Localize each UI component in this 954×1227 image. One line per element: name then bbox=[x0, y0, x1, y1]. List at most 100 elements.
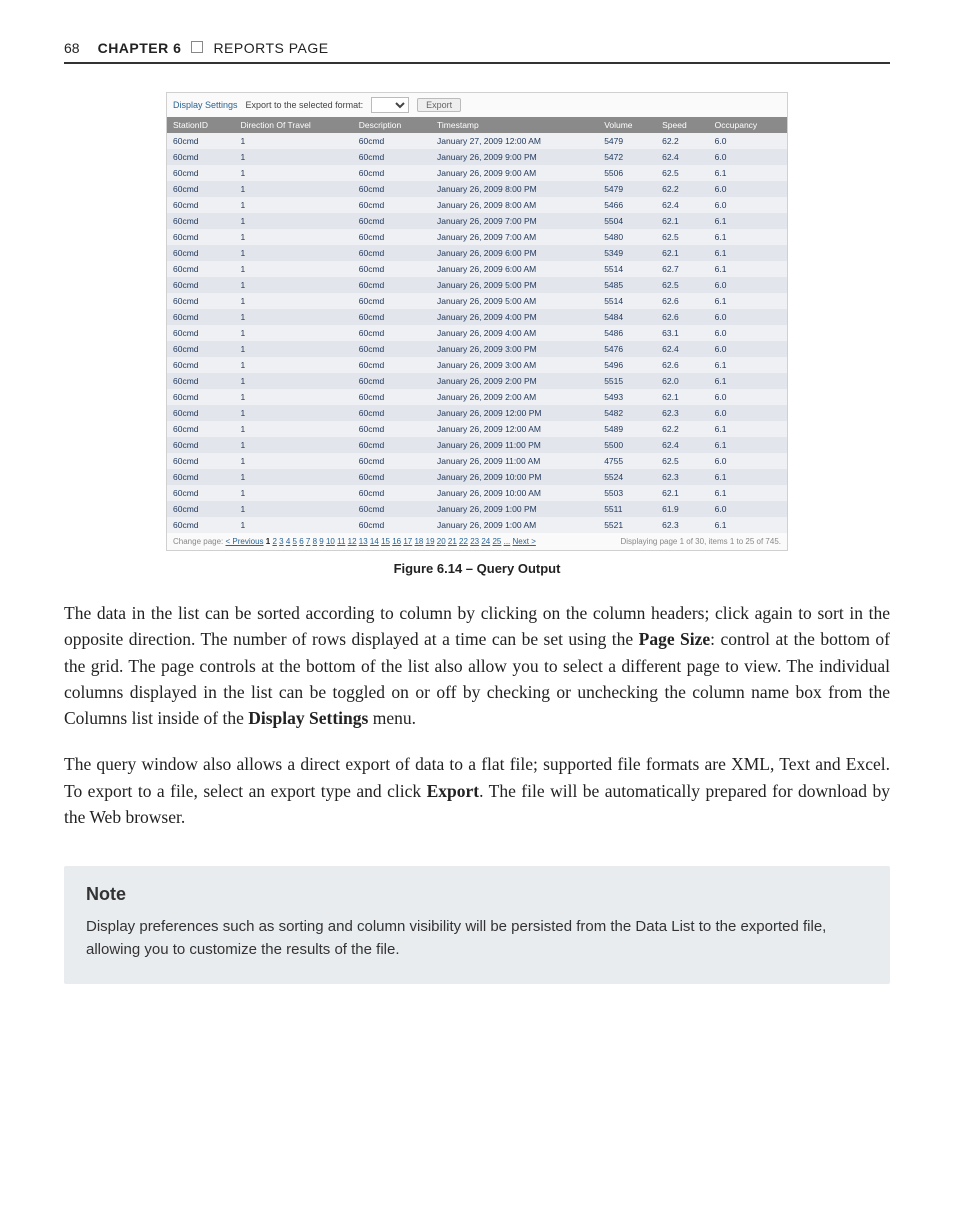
table-cell: 60cmd bbox=[167, 149, 234, 165]
pager-page-link[interactable]: 22 bbox=[459, 537, 468, 546]
table-cell: 5511 bbox=[598, 501, 656, 517]
pager-page-link[interactable]: 5 bbox=[293, 537, 297, 546]
query-output-figure: Display Settings Export to the selected … bbox=[166, 92, 788, 551]
figure-toolbar: Display Settings Export to the selected … bbox=[167, 93, 787, 117]
table-cell: 5503 bbox=[598, 485, 656, 501]
table-row: 60cmd160cmdJanuary 26, 2009 5:00 PM54856… bbox=[167, 277, 787, 293]
table-cell: 5484 bbox=[598, 309, 656, 325]
pager-page-link[interactable]: 3 bbox=[279, 537, 283, 546]
table-cell: 5489 bbox=[598, 421, 656, 437]
table-cell: 6.1 bbox=[709, 373, 787, 389]
pager-page-link[interactable]: 21 bbox=[448, 537, 457, 546]
table-cell: 60cmd bbox=[167, 197, 234, 213]
note-body: Display preferences such as sorting and … bbox=[86, 915, 868, 962]
table-cell: 62.2 bbox=[656, 181, 709, 197]
pager-page-link[interactable]: 17 bbox=[403, 537, 412, 546]
table-cell: 1 bbox=[234, 277, 352, 293]
paragraph-2-bold: Export bbox=[427, 781, 480, 801]
table-cell: 60cmd bbox=[167, 133, 234, 149]
table-cell: 1 bbox=[234, 421, 352, 437]
table-cell: 62.5 bbox=[656, 277, 709, 293]
paragraph-2: The query window also allows a direct ex… bbox=[64, 751, 890, 830]
pager-page-link[interactable]: 11 bbox=[337, 537, 345, 546]
display-settings-link[interactable]: Display Settings bbox=[173, 100, 238, 110]
grid-column-header[interactable]: Speed bbox=[656, 117, 709, 133]
table-cell: 60cmd bbox=[353, 213, 431, 229]
table-cell: 60cmd bbox=[353, 517, 431, 533]
pager-page-link[interactable]: 4 bbox=[286, 537, 290, 546]
table-cell: 60cmd bbox=[167, 181, 234, 197]
pager-page-link[interactable]: 24 bbox=[481, 537, 490, 546]
pager-page-link[interactable]: 6 bbox=[299, 537, 303, 546]
table-cell: 60cmd bbox=[167, 357, 234, 373]
table-row: 60cmd160cmdJanuary 26, 2009 6:00 PM53496… bbox=[167, 245, 787, 261]
table-cell: January 26, 2009 7:00 PM bbox=[431, 213, 598, 229]
pager-page-link[interactable]: 16 bbox=[392, 537, 401, 546]
table-cell: 6.1 bbox=[709, 213, 787, 229]
pager-page-link[interactable]: 8 bbox=[313, 537, 317, 546]
pager-page-link[interactable]: 14 bbox=[370, 537, 379, 546]
pager-page-link[interactable]: 9 bbox=[319, 537, 323, 546]
table-cell: January 26, 2009 2:00 AM bbox=[431, 389, 598, 405]
table-cell: 60cmd bbox=[353, 197, 431, 213]
pager-page-link[interactable]: 12 bbox=[348, 537, 357, 546]
table-cell: 60cmd bbox=[167, 501, 234, 517]
table-cell: 5496 bbox=[598, 357, 656, 373]
grid-column-header[interactable]: Volume bbox=[598, 117, 656, 133]
table-cell: January 26, 2009 6:00 PM bbox=[431, 245, 598, 261]
pager-prev[interactable]: < Previous bbox=[226, 537, 264, 546]
table-row: 60cmd160cmdJanuary 26, 2009 9:00 PM54726… bbox=[167, 149, 787, 165]
table-cell: 60cmd bbox=[353, 485, 431, 501]
table-row: 60cmd160cmdJanuary 26, 2009 10:00 PM5524… bbox=[167, 469, 787, 485]
table-cell: 6.1 bbox=[709, 469, 787, 485]
pager-page-link[interactable]: 1 bbox=[266, 537, 270, 546]
table-cell: 60cmd bbox=[167, 437, 234, 453]
table-row: 60cmd160cmdJanuary 26, 2009 3:00 PM54766… bbox=[167, 341, 787, 357]
table-cell: 6.0 bbox=[709, 325, 787, 341]
table-cell: 5506 bbox=[598, 165, 656, 181]
table-cell: 60cmd bbox=[353, 293, 431, 309]
grid-column-header[interactable]: Timestamp bbox=[431, 117, 598, 133]
pager-page-link[interactable]: 23 bbox=[470, 537, 479, 546]
pager-page-link[interactable]: 25 bbox=[492, 537, 501, 546]
export-button[interactable]: Export bbox=[417, 98, 461, 112]
grid-column-header[interactable]: StationID bbox=[167, 117, 234, 133]
pager-page-link[interactable]: 15 bbox=[381, 537, 390, 546]
table-cell: 62.6 bbox=[656, 357, 709, 373]
table-cell: 60cmd bbox=[167, 517, 234, 533]
table-row: 60cmd160cmdJanuary 27, 2009 12:00 AM5479… bbox=[167, 133, 787, 149]
pager-page-link[interactable]: ... bbox=[504, 537, 511, 546]
pager-page-link[interactable]: 10 bbox=[326, 537, 335, 546]
grid-column-header[interactable]: Occupancy bbox=[709, 117, 787, 133]
table-cell: 1 bbox=[234, 293, 352, 309]
pager-next[interactable]: Next > bbox=[513, 537, 536, 546]
table-cell: 62.4 bbox=[656, 149, 709, 165]
pager-page-link[interactable]: 13 bbox=[359, 537, 368, 546]
table-row: 60cmd160cmdJanuary 26, 2009 5:00 AM55146… bbox=[167, 293, 787, 309]
pager-page-link[interactable]: 7 bbox=[306, 537, 310, 546]
table-cell: January 26, 2009 12:00 AM bbox=[431, 421, 598, 437]
table-row: 60cmd160cmdJanuary 26, 2009 6:00 AM55146… bbox=[167, 261, 787, 277]
table-cell: 5524 bbox=[598, 469, 656, 485]
table-cell: 5521 bbox=[598, 517, 656, 533]
table-row: 60cmd160cmdJanuary 26, 2009 9:00 AM55066… bbox=[167, 165, 787, 181]
table-cell: 1 bbox=[234, 133, 352, 149]
table-cell: 62.6 bbox=[656, 293, 709, 309]
table-cell: 1 bbox=[234, 181, 352, 197]
table-cell: January 26, 2009 5:00 AM bbox=[431, 293, 598, 309]
grid-column-header[interactable]: Direction Of Travel bbox=[234, 117, 352, 133]
pager-page-link[interactable]: 20 bbox=[437, 537, 446, 546]
pager-info: Displaying page 1 of 30, items 1 to 25 o… bbox=[620, 537, 781, 546]
table-cell: 6.1 bbox=[709, 517, 787, 533]
pager-page-link[interactable]: 18 bbox=[414, 537, 423, 546]
pager-page-link[interactable]: 19 bbox=[426, 537, 435, 546]
table-cell: 60cmd bbox=[167, 309, 234, 325]
table-cell: 5515 bbox=[598, 373, 656, 389]
export-format-select[interactable] bbox=[371, 97, 409, 113]
table-cell: January 27, 2009 12:00 AM bbox=[431, 133, 598, 149]
pager-page-link[interactable]: 2 bbox=[272, 537, 276, 546]
table-row: 60cmd160cmdJanuary 26, 2009 11:00 AM4755… bbox=[167, 453, 787, 469]
grid-column-header[interactable]: Description bbox=[353, 117, 431, 133]
table-cell: 1 bbox=[234, 405, 352, 421]
table-row: 60cmd160cmdJanuary 26, 2009 4:00 PM54846… bbox=[167, 309, 787, 325]
